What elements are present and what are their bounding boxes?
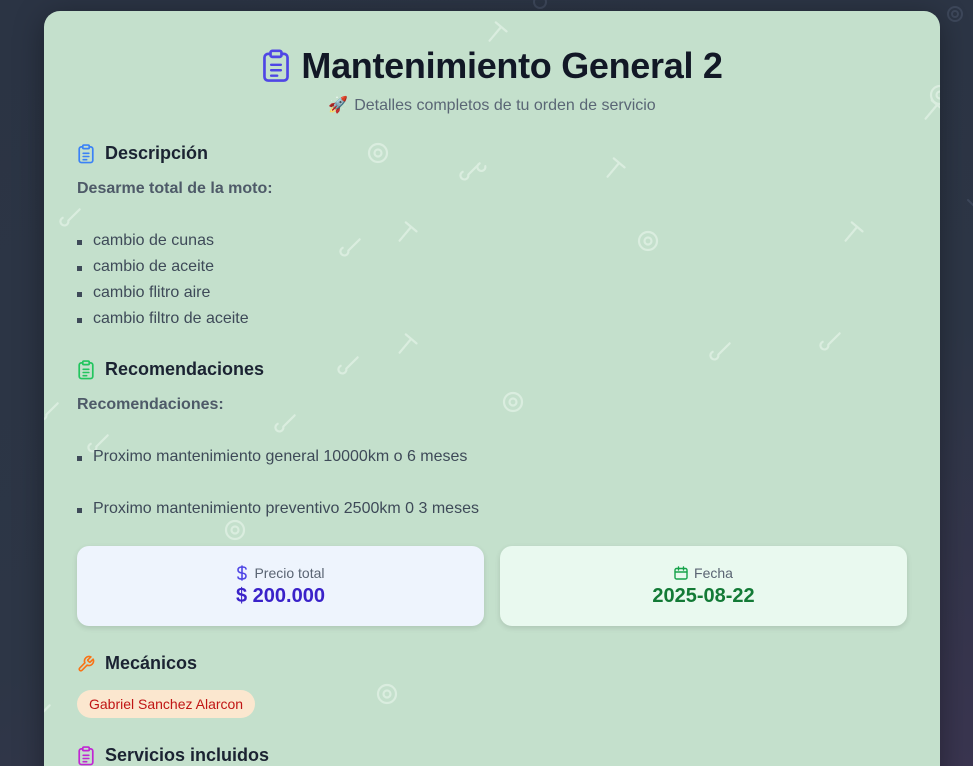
list-item: Proximo mantenimiento preventivo 2500km …: [77, 500, 479, 518]
list-item: cambio flitro aire: [77, 284, 210, 302]
page-subtitle: 🚀 Detalles completos de tu orden de servi…: [44, 95, 940, 115]
price-label: Precio total: [254, 564, 325, 581]
price-value: $ 200.000: [236, 584, 325, 607]
clipboard-icon: [78, 745, 94, 765]
recomendaciones-heading: Recomendaciones: [105, 359, 265, 379]
service-order-card: Mantenimiento General 2 🚀 Detalles comple…: [44, 11, 940, 766]
mechanic-chip: Gabriel Sanchez Alarcon: [77, 690, 256, 718]
mecanicos-heading: Mecánicos: [105, 653, 198, 673]
date-card: Fecha 2025-08-22: [500, 546, 907, 626]
calendar-icon: [674, 565, 688, 580]
subtitle-text: Detalles completos de tu orden de servic…: [354, 97, 656, 114]
date-label-row: Fecha: [674, 565, 733, 581]
clipboard-icon: [263, 49, 290, 82]
clipboard-icon: [78, 359, 94, 379]
list-item: cambio de aceite: [77, 258, 214, 276]
recomendaciones-section-header: Recomendaciones: [77, 359, 264, 380]
list-item: Proximo mantenimiento general 10000km o …: [77, 448, 467, 466]
wrench-icon: [78, 655, 95, 672]
price-label-row: Precio total: [236, 564, 325, 581]
rocket-icon: 🚀: [328, 97, 349, 114]
date-value: 2025-08-22: [652, 584, 755, 607]
list-item: cambio filtro de aceite: [77, 310, 249, 328]
price-card: Precio total $ 200.000: [77, 546, 484, 626]
descripcion-intro: Desarme total de la moto:: [77, 180, 273, 197]
list-item: cambio de cunas: [77, 232, 214, 250]
mecanicos-section-header: Mecánicos: [77, 653, 197, 674]
clipboard-icon: [78, 143, 94, 163]
servicios-heading: Servicios incluidos: [105, 745, 270, 765]
recomendaciones-intro: Recomendaciones:: [77, 396, 224, 413]
page-title: Mantenimiento General 2: [301, 45, 723, 86]
servicios-section-header: Servicios incluidos: [77, 745, 269, 766]
descripcion-heading: Descripción: [105, 143, 209, 163]
dollar-icon: [237, 564, 248, 581]
descripcion-section-header: Descripción: [77, 143, 208, 164]
page-header: Mantenimiento General 2: [44, 45, 940, 87]
date-label: Fecha: [694, 564, 733, 581]
